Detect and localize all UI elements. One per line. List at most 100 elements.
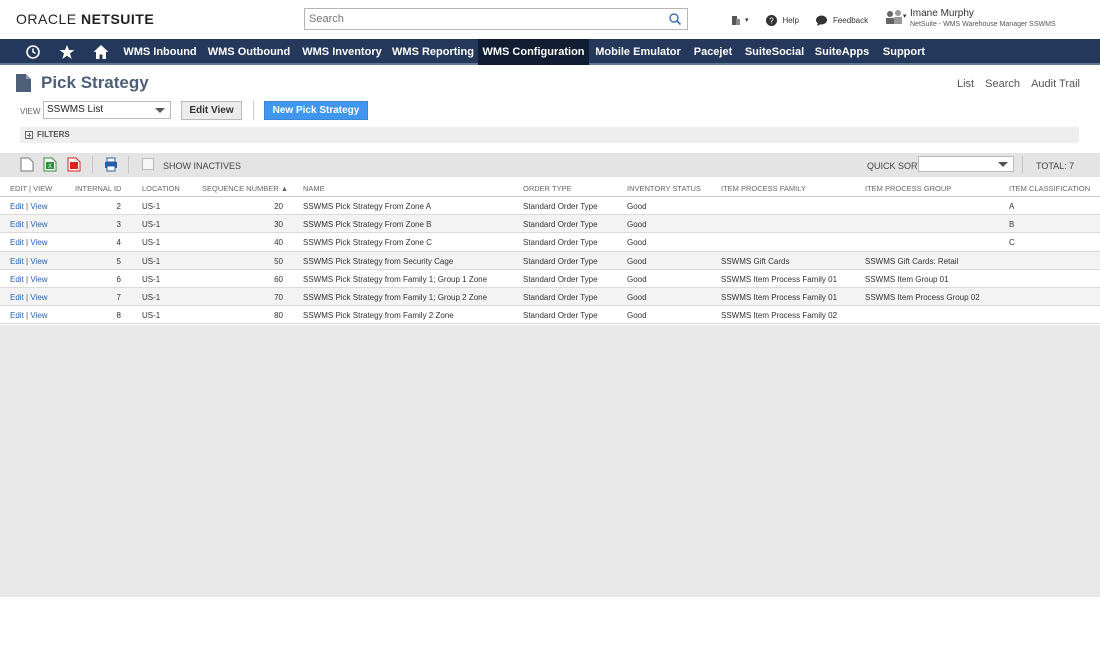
view-link[interactable]: View (30, 257, 47, 266)
home-icon[interactable] (93, 44, 109, 60)
col-item-classification[interactable]: ITEM CLASSIFICATION (1009, 184, 1090, 193)
cell-status: Good (627, 238, 647, 248)
view-link[interactable]: View (30, 275, 47, 284)
col-name[interactable]: NAME (303, 184, 325, 193)
export-csv-icon[interactable] (20, 157, 34, 172)
cell-sequence: 50 (274, 256, 283, 266)
dropdown-caret-icon (998, 162, 1008, 167)
dropdown-caret-icon (155, 108, 165, 113)
edit-link[interactable]: Edit (10, 220, 24, 229)
view-link[interactable]: View (30, 202, 47, 211)
help-icon[interactable]: ? (765, 14, 778, 27)
col-sequence-number[interactable]: SEQUENCE NUMBER ▲ (202, 184, 288, 193)
nav-suitesocial[interactable]: SuiteSocial (741, 39, 808, 65)
cell-internal-id: 4 (116, 238, 121, 248)
cell-internal-id: 6 (116, 274, 121, 284)
view-link[interactable]: View (30, 238, 47, 247)
help-link[interactable]: Help (783, 16, 799, 25)
cell-order-type: Standard Order Type (523, 292, 598, 302)
table-row: Edit | View 7 US-1 70 SSWMS Pick Strateg… (0, 287, 1100, 307)
cell-internal-id: 7 (116, 292, 121, 302)
edit-link[interactable]: Edit (10, 293, 24, 302)
export-excel-icon[interactable]: X (43, 157, 57, 172)
col-order-type[interactable]: ORDER TYPE (523, 184, 572, 193)
nav-wms-outbound[interactable]: WMS Outbound (203, 39, 295, 65)
cell-order-type: Standard Order Type (523, 238, 598, 248)
quick-sort-label: QUICK SORT (867, 161, 923, 171)
cell-family: SSWMS Item Process Family 02 (721, 311, 838, 321)
cell-name: SSWMS Pick Strategy from Family 1; Group… (303, 274, 488, 284)
search-icon[interactable] (668, 12, 682, 26)
col-internal-id[interactable]: INTERNAL ID (75, 184, 121, 193)
audit-trail-link[interactable]: Audit Trail (1031, 78, 1080, 90)
edit-link[interactable]: Edit (10, 257, 24, 266)
cell-sequence: 60 (274, 274, 283, 284)
nav-wms-inbound[interactable]: WMS Inbound (119, 39, 201, 65)
col-inventory-status[interactable]: INVENTORY STATUS (627, 184, 701, 193)
nav-pacejet[interactable]: Pacejet (688, 39, 738, 65)
cell-location: US-1 (142, 238, 161, 248)
cell-status: Good (627, 256, 647, 266)
cell-group: SSWMS Item Process Group 02 (865, 292, 980, 302)
table-row: Edit | View 2 US-1 20 SSWMS Pick Strateg… (0, 197, 1100, 216)
col-item-process-family[interactable]: ITEM PROCESS FAMILY (721, 184, 806, 193)
nav-wms-inventory[interactable]: WMS Inventory (297, 39, 387, 65)
feedback-link[interactable]: Feedback (833, 16, 868, 25)
list-link[interactable]: List (957, 78, 974, 90)
cell-sequence: 70 (274, 292, 283, 302)
logo-netsuite-text: NETSUITE (80, 11, 155, 27)
filters-bar[interactable]: FILTERS (20, 127, 1079, 143)
edit-view-button[interactable]: Edit View (181, 101, 242, 120)
user-role-icon (886, 10, 902, 24)
netsuite-logo[interactable]: ORACLE NETSUITE (16, 11, 154, 27)
table-row: Edit | View 3 US-1 30 SSWMS Pick Strateg… (0, 215, 1100, 234)
global-search-input[interactable] (305, 9, 655, 29)
nav-wms-configuration[interactable]: WMS Configuration (478, 39, 589, 65)
print-icon[interactable] (104, 157, 118, 172)
recent-records-icon[interactable] (730, 14, 743, 27)
cell-internal-id: 3 (116, 220, 121, 230)
nav-wms-reporting[interactable]: WMS Reporting (389, 39, 477, 65)
show-inactives-checkbox[interactable] (142, 158, 154, 170)
edit-link[interactable]: Edit (10, 275, 24, 284)
feedback-icon[interactable] (815, 14, 828, 27)
col-location[interactable]: LOCATION (142, 184, 180, 193)
search-link[interactable]: Search (985, 78, 1020, 90)
cell-location: US-1 (142, 202, 161, 211)
cell-name: SSWMS Pick Strategy From Zone B (303, 220, 432, 230)
cell-internal-id: 2 (116, 202, 121, 211)
expand-plus-icon[interactable] (25, 131, 33, 139)
cell-status: Good (627, 292, 647, 302)
toolbar-divider (1022, 156, 1023, 173)
view-link[interactable]: View (30, 293, 47, 302)
new-pick-strategy-button[interactable]: New Pick Strategy (264, 101, 368, 120)
cell-name: SSWMS Pick Strategy From Zone A (303, 202, 432, 211)
table-row: Edit | View 8 US-1 80 SSWMS Pick Strateg… (0, 306, 1100, 325)
svg-text:X: X (48, 164, 52, 170)
view-select[interactable]: SSWMS List (43, 101, 171, 119)
export-pdf-icon[interactable] (67, 157, 81, 172)
cell-status: Good (627, 311, 647, 321)
edit-link[interactable]: Edit (10, 311, 24, 320)
global-search-box[interactable] (304, 8, 688, 30)
quick-sort-select[interactable] (918, 156, 1014, 172)
nav-mobile-emulator[interactable]: Mobile Emulator (591, 39, 685, 65)
cell-internal-id: 8 (116, 311, 121, 321)
view-link[interactable]: View (30, 220, 47, 229)
nav-suiteapps[interactable]: SuiteApps (811, 39, 873, 65)
edit-link[interactable]: Edit (10, 238, 24, 247)
view-select-value: SSWMS List (47, 104, 104, 115)
document-icon (16, 74, 31, 92)
nav-support[interactable]: Support (876, 39, 932, 65)
recent-history-icon[interactable] (25, 44, 41, 60)
chevron-down-icon[interactable]: ▾ (745, 16, 749, 24)
cell-family: SSWMS Item Process Family 01 (721, 274, 838, 284)
total-count: TOTAL: 7 (1036, 161, 1075, 171)
view-link[interactable]: View (30, 311, 47, 320)
empty-list-area (0, 325, 1100, 597)
favorites-star-icon[interactable] (59, 44, 75, 60)
cell-location: US-1 (142, 256, 161, 266)
list-toolbar: X SHOW INACTIVES QUICK SORT TOTAL: 7 (0, 153, 1100, 177)
col-item-process-group[interactable]: ITEM PROCESS GROUP (865, 184, 951, 193)
edit-link[interactable]: Edit (10, 202, 24, 211)
